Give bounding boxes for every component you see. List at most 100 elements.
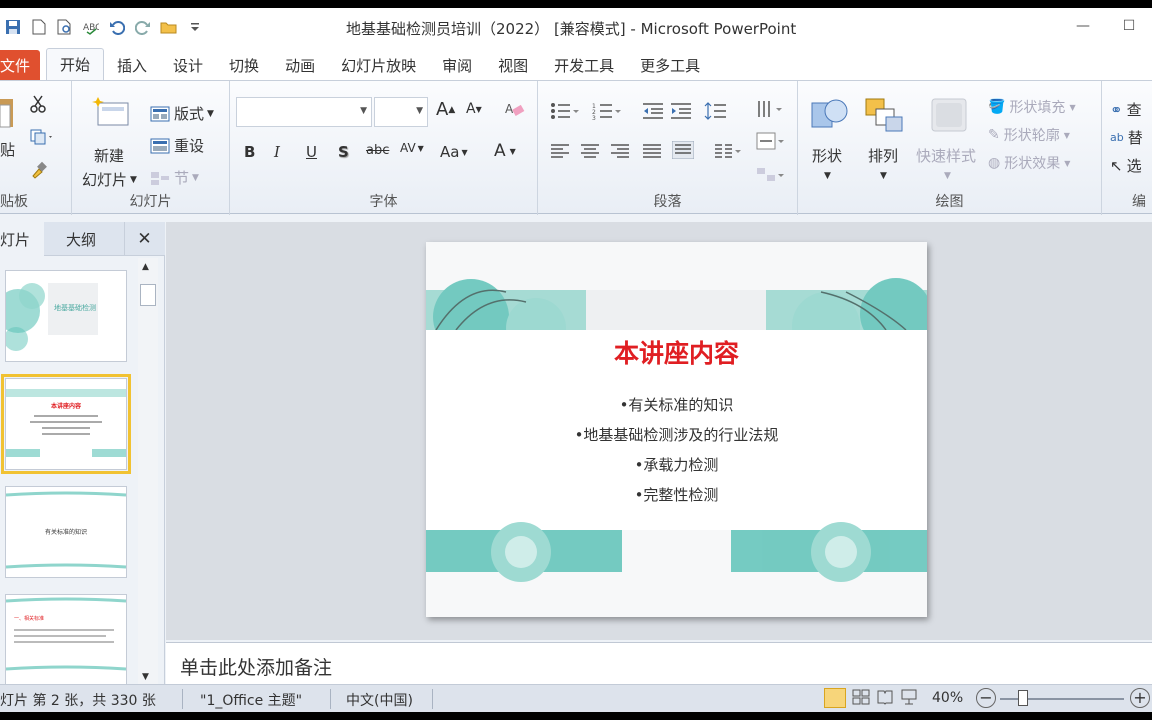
justify-icon[interactable] (642, 143, 662, 159)
tab-view[interactable]: 视图 (485, 50, 541, 80)
bullet-4[interactable]: •完整性检测 (426, 484, 927, 505)
close-icon[interactable]: ✕ (124, 222, 164, 256)
grow-font-button[interactable]: A ▲ (436, 99, 455, 120)
line-spacing-icon[interactable] (704, 101, 734, 121)
bullet-1[interactable]: •有关标准的知识 (426, 394, 927, 415)
new-slide-label[interactable]: 新建 (94, 145, 124, 166)
change-case-button[interactable]: Aa ▼ (440, 143, 468, 161)
maximize-icon[interactable]: ☐ (1106, 12, 1152, 40)
smartart-icon[interactable] (756, 165, 786, 187)
bold-button[interactable]: B (244, 143, 255, 161)
font-size-dropdown-icon[interactable]: ▼ (416, 106, 423, 116)
font-name-combo[interactable]: ▼ (236, 97, 372, 127)
slide-thumbnail-1[interactable]: 地基基础检测 (5, 270, 127, 362)
open-icon[interactable] (156, 16, 182, 38)
clear-format-icon[interactable]: A (504, 99, 526, 119)
align-center-icon[interactable] (580, 143, 600, 159)
panel-scrollbar[interactable]: ▲ ▼ (138, 258, 158, 686)
increase-indent-icon[interactable] (670, 101, 692, 121)
arrange-button[interactable]: 排列 (868, 145, 898, 166)
slide-thumbnail-4[interactable]: 一、相关标准 (5, 594, 127, 686)
align-text-icon[interactable] (756, 131, 786, 153)
scroll-up-icon[interactable]: ▲ (142, 262, 149, 272)
shape-fill-button[interactable]: 🪣 形状填充 ▼ (988, 97, 1076, 117)
paste-button[interactable]: 贴 (0, 139, 15, 160)
find-button[interactable]: ⚭ 查 (1110, 99, 1142, 120)
normal-view-icon[interactable] (824, 688, 846, 708)
new-icon[interactable] (26, 16, 52, 38)
slide-thumbnail-3[interactable]: 有关标准的知识 (5, 486, 127, 578)
tab-home[interactable]: 开始 (46, 48, 105, 80)
columns-icon[interactable] (714, 143, 742, 159)
theme-name[interactable]: "1_Office 主题" (200, 690, 302, 710)
current-slide[interactable]: 本讲座内容 •有关标准的知识 •地基基础检测涉及的行业法规 •承载力检测 •完整… (426, 242, 927, 617)
quick-styles-button[interactable]: 快速样式 (916, 145, 976, 166)
notes-placeholder[interactable]: 单击此处添加备注 (180, 653, 332, 680)
minimize-icon[interactable]: — (1060, 12, 1106, 40)
tab-outline-panel[interactable]: 大纲 (66, 222, 96, 256)
tab-slides-panel[interactable]: 灯片 (0, 222, 44, 256)
scroll-down-icon[interactable]: ▼ (142, 672, 149, 682)
shadow-button[interactable]: S (338, 143, 349, 161)
reset-button[interactable]: 重设 (150, 135, 204, 156)
tab-transitions[interactable]: 切换 (216, 50, 272, 80)
new-slide-dropdown[interactable]: 幻灯片 ▼ (82, 169, 137, 190)
replace-button[interactable]: ab 替 (1110, 127, 1143, 148)
tab-animations[interactable]: 动画 (272, 50, 328, 80)
new-slide-icon[interactable] (92, 95, 132, 129)
numbering-icon[interactable]: 123 (592, 101, 622, 121)
tab-insert[interactable]: 插入 (104, 50, 160, 80)
shape-outline-button[interactable]: ✎ 形状轮廓 ▼ (988, 125, 1070, 145)
underline-button[interactable]: U (306, 143, 317, 161)
char-spacing-button[interactable]: AV ▼ (400, 141, 424, 155)
slideshow-icon[interactable] (900, 688, 918, 710)
customize-icon[interactable] (182, 16, 208, 38)
align-left-icon[interactable] (550, 143, 570, 159)
quick-styles-icon[interactable] (930, 97, 970, 133)
zoom-in-icon[interactable]: + (1130, 688, 1150, 708)
align-right-icon[interactable] (610, 143, 630, 159)
notes-pane[interactable]: 单击此处添加备注 (166, 642, 1152, 686)
language[interactable]: 中文(中国) (346, 690, 413, 710)
bullets-icon[interactable] (550, 101, 580, 121)
redo-icon[interactable] (130, 16, 156, 38)
quick-styles-dropdown-icon[interactable]: ▼ (944, 171, 951, 181)
shapes-button[interactable]: 形状 (812, 145, 842, 166)
arrange-icon[interactable] (864, 97, 904, 133)
slide-title[interactable]: 本讲座内容 (426, 334, 927, 370)
arrange-dropdown-icon[interactable]: ▼ (880, 171, 887, 181)
zoom-out-icon[interactable]: − (976, 688, 996, 708)
font-size-combo[interactable]: ▼ (374, 97, 428, 127)
undo-icon[interactable] (104, 16, 130, 38)
layout-button[interactable]: 版式 ▼ (150, 103, 214, 124)
paste-icon[interactable] (0, 95, 14, 129)
italic-button[interactable]: I (274, 143, 280, 161)
shape-effects-button[interactable]: ◍ 形状效果 ▼ (988, 153, 1070, 173)
font-name-dropdown-icon[interactable]: ▼ (360, 106, 367, 116)
tab-developer[interactable]: 开发工具 (541, 50, 627, 80)
shapes-icon[interactable] (810, 97, 850, 133)
shapes-dropdown-icon[interactable]: ▼ (824, 171, 831, 181)
distributed-icon[interactable] (672, 141, 694, 159)
zoom-slider-thumb[interactable] (1018, 690, 1028, 706)
tab-design[interactable]: 设计 (160, 50, 216, 80)
cut-icon[interactable] (30, 95, 46, 113)
save-icon[interactable] (0, 16, 26, 38)
bullet-2[interactable]: •地基基础检测涉及的行业法规 (426, 424, 927, 445)
tab-slideshow[interactable]: 幻灯片放映 (328, 50, 429, 80)
copy-icon[interactable] (30, 129, 54, 145)
strikethrough-button[interactable]: abc (366, 143, 389, 158)
text-direction-icon[interactable] (756, 99, 786, 121)
bullet-3[interactable]: •承载力检测 (426, 454, 927, 475)
select-button[interactable]: ↖ 选 (1110, 155, 1142, 176)
format-painter-icon[interactable] (30, 161, 48, 179)
shrink-font-button[interactable]: A ▼ (466, 101, 482, 117)
tab-more-tools[interactable]: 更多工具 (627, 50, 713, 80)
font-color-button[interactable]: A ▼ (494, 141, 516, 161)
decrease-indent-icon[interactable] (642, 101, 664, 121)
scroll-thumb[interactable] (140, 284, 156, 306)
tab-file[interactable]: 文件 (0, 50, 40, 80)
spell-icon[interactable]: ABC (78, 16, 104, 38)
section-button[interactable]: 节 ▼ (150, 167, 199, 188)
slide-thumbnail-2[interactable]: 本讲座内容 (1, 374, 131, 474)
